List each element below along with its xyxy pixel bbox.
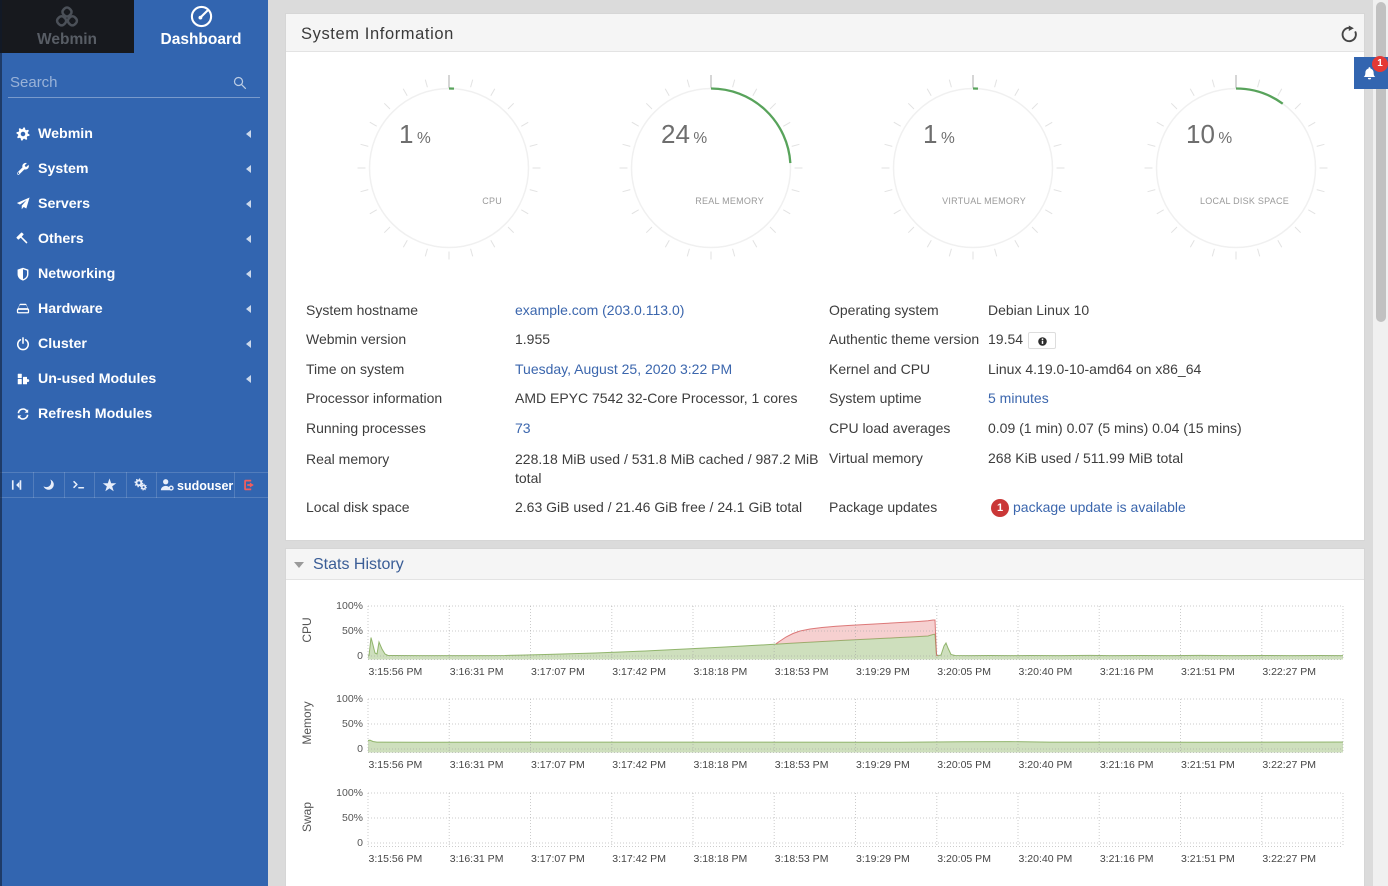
svg-text:CPU: CPU — [482, 196, 502, 206]
svg-text:REAL MEMORY: REAL MEMORY — [695, 196, 764, 206]
svg-text:VIRTUAL MEMORY: VIRTUAL MEMORY — [942, 196, 1026, 206]
svg-text:LOCAL DISK SPACE: LOCAL DISK SPACE — [1200, 196, 1289, 206]
